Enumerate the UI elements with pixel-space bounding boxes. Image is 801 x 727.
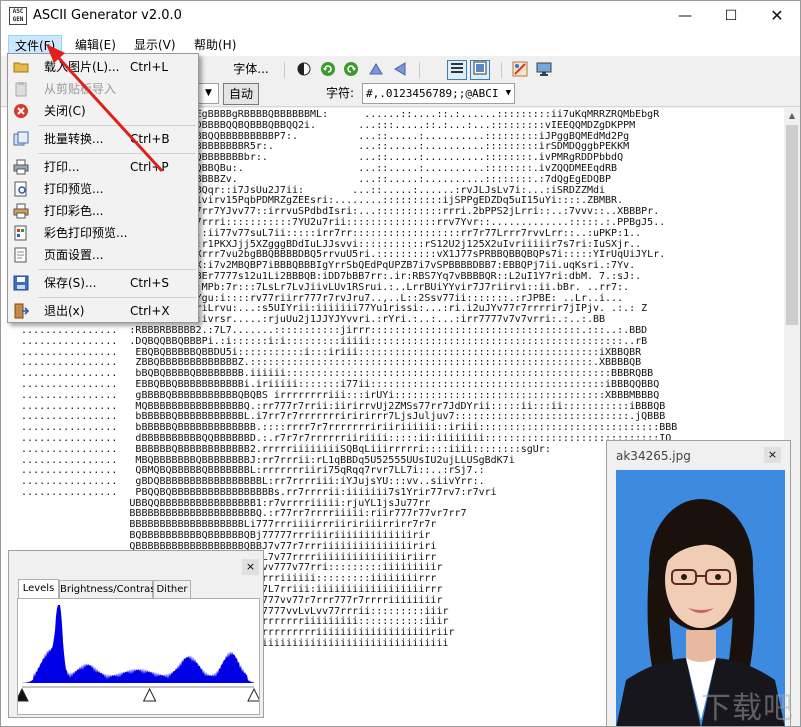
chars-select-value: #,.0123456789;;@ABCI	[366, 87, 499, 100]
menu-separator	[38, 125, 196, 126]
color-palette-icon[interactable]	[511, 61, 529, 79]
menu-item-label: 载入图片(L)...	[44, 60, 120, 74]
folder-open-icon	[13, 59, 29, 75]
main-window: ASC GEN ASCII Generator v2.0.0 — ☐ ✕ 文件(F…	[0, 0, 801, 727]
menu-item-label: 批量转换...	[44, 132, 104, 146]
chevron-down-icon: ▼	[505, 88, 511, 98]
rotate-right-icon[interactable]	[342, 61, 360, 79]
levels-tab-body	[15, 598, 261, 715]
title-bar: ASC GEN ASCII Generator v2.0.0 — ☐ ✕	[1, 1, 800, 32]
menu-item-load-image[interactable]: 载入图片(L)... Ctrl+L	[8, 56, 198, 78]
image-view-icon[interactable]	[470, 60, 490, 80]
photo-title: ak34265.jpg	[616, 449, 691, 463]
panel-close-button[interactable]: ×	[242, 559, 259, 575]
photo-close-button[interactable]: ×	[764, 447, 781, 463]
close-button[interactable]: ✕	[754, 1, 800, 32]
levels-slider-handle[interactable]	[142, 687, 157, 702]
menu-item-label: 关闭(C)	[44, 104, 86, 118]
toolbar-divider	[284, 62, 285, 78]
tab-brightness-contrast[interactable]: Brightness/Contrast	[59, 580, 159, 598]
menu-item-shortcut: Ctrl+L	[130, 60, 169, 74]
menu-item-batch-convert[interactable]: 批量转换... Ctrl+B	[8, 128, 198, 150]
menu-separator	[38, 269, 196, 270]
menu-item-label: 打印彩色...	[44, 204, 104, 218]
page-setup-icon	[13, 247, 29, 263]
menu-item-label: 彩色打印预览...	[44, 226, 128, 240]
menu-item-shortcut: Ctrl+P	[130, 160, 169, 174]
watermark-text: 下载吧	[701, 691, 794, 726]
menu-file[interactable]: 文件(F)	[8, 35, 63, 55]
menu-item-shortcut: Ctrl+S	[130, 276, 170, 290]
clipboard-icon	[13, 81, 29, 97]
invert-icon[interactable]	[295, 61, 313, 79]
menu-item-shortcut: Ctrl+B	[130, 132, 170, 146]
menu-item-close[interactable]: 关闭(C)	[8, 100, 198, 122]
menu-item-shortcut: Ctrl+X	[130, 304, 170, 318]
menu-item-label: 打印预览...	[44, 182, 104, 196]
menu-view[interactable]: 显示(V)	[128, 35, 182, 55]
levels-slider-handle[interactable]	[15, 687, 29, 702]
tab-dither[interactable]: Dither	[153, 580, 191, 598]
app-logo-icon: ASC GEN	[9, 7, 27, 25]
menu-item-exit[interactable]: 退出(x) Ctrl+X	[8, 300, 198, 322]
text-view-icon[interactable]	[447, 60, 467, 80]
flip-horizontal-icon[interactable]	[391, 61, 409, 79]
menu-separator	[38, 153, 196, 154]
histogram-chart	[15, 605, 261, 702]
levels-slider-handle[interactable]	[247, 687, 261, 702]
maximize-button[interactable]: ☐	[708, 1, 754, 32]
menu-item-print-color[interactable]: 打印彩色...	[8, 200, 198, 222]
print-preview-icon	[13, 181, 29, 197]
menu-item-import-clipboard: 从剪贴板导入	[8, 78, 198, 100]
close-circle-icon	[13, 103, 29, 119]
histogram-area	[22, 605, 254, 683]
color-printer-icon	[13, 203, 29, 219]
menu-item-label: 打印...	[44, 160, 80, 174]
save-icon	[13, 275, 29, 291]
menu-item-label: 页面设置...	[44, 248, 104, 262]
rotate-left-icon[interactable]	[319, 61, 337, 79]
menu-item-label: 退出(x)	[44, 304, 85, 318]
brightness-dropdown[interactable]: ▼	[199, 83, 219, 104]
font-button[interactable]: 字体...	[229, 59, 273, 81]
menu-item-print[interactable]: 打印... Ctrl+P	[8, 156, 198, 178]
menu-item-label: 保存(S)...	[44, 276, 97, 290]
monitor-icon[interactable]	[535, 61, 553, 79]
tab-levels[interactable]: Levels	[18, 579, 59, 599]
chars-select[interactable]: #,.0123456789;;@ABCI ▼	[362, 83, 515, 104]
menu-separator	[38, 297, 196, 298]
color-preview-icon	[13, 225, 29, 241]
toolbar-divider	[419, 62, 420, 78]
menu-help[interactable]: 帮助(H)	[188, 35, 242, 55]
menu-item-page-setup[interactable]: 页面设置...	[8, 244, 198, 266]
printer-icon	[13, 159, 29, 175]
exit-icon	[13, 303, 30, 319]
menu-edit[interactable]: 编辑(E)	[69, 35, 122, 55]
minimize-button[interactable]: —	[662, 1, 708, 32]
file-menu-dropdown: 载入图片(L)... Ctrl+L 从剪贴板导入 关闭(C) 批量转换... C…	[7, 53, 199, 323]
toolbar-divider	[501, 62, 502, 78]
scroll-thumb[interactable]	[786, 125, 798, 325]
auto-button[interactable]: 自动	[223, 83, 259, 105]
menu-item-color-print-preview[interactable]: 彩色打印预览...	[8, 222, 198, 244]
flip-vertical-icon[interactable]	[367, 61, 385, 79]
menu-item-save[interactable]: 保存(S)... Ctrl+S	[8, 272, 198, 294]
levels-panel: × Levels Brightness/Contrast Dither	[8, 550, 264, 718]
window-title: ASCII Generator v2.0.0	[33, 8, 182, 23]
chars-label: 字符:	[325, 86, 355, 100]
menu-item-print-preview[interactable]: 打印预览...	[8, 178, 198, 200]
batch-icon	[13, 131, 29, 147]
scroll-up-icon[interactable]: ▲	[784, 108, 800, 124]
menu-item-label: 从剪贴板导入	[44, 82, 117, 96]
